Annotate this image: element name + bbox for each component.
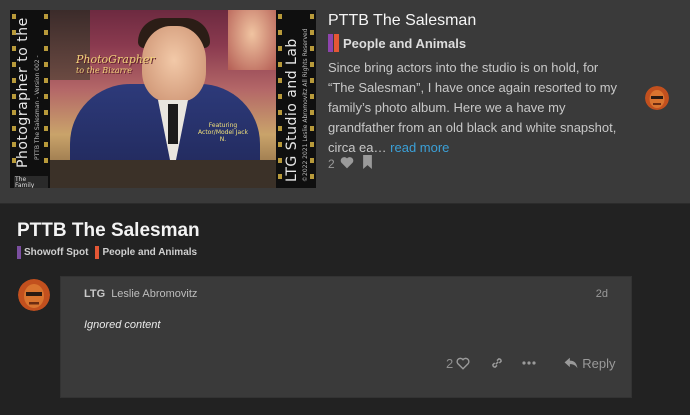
page-title: PTTB The Salesman	[17, 220, 200, 241]
post: LTG Leslie Abromovitz 2d Ignored content…	[60, 276, 632, 398]
film-strip-left: Photographer to the PTTB The Salesman - …	[10, 10, 50, 188]
post-actions: 2 Reply	[446, 354, 615, 372]
left-spine-subtitle: PTTB The Salesman - Version 002 -	[34, 55, 41, 160]
category-badge-people-and-animals[interactable]: People and Animals	[95, 246, 197, 259]
reply-button[interactable]: Reply	[564, 356, 615, 371]
post-body: Ignored content	[84, 319, 161, 331]
ellipsis-icon[interactable]	[522, 361, 536, 365]
right-spine-title: LTG Studio and Lab	[284, 38, 300, 182]
category-label: People and Animals	[343, 35, 467, 51]
featured-topic-category[interactable]: People and Animals	[328, 34, 466, 52]
category-badge-showoff-spot[interactable]: Showoff Spot	[17, 246, 88, 259]
featured-topic-meta: 2	[328, 155, 373, 172]
reply-label: Reply	[582, 355, 616, 371]
film-strip-right: LTG Studio and Lab ©2022 2021 Leslie Abr…	[276, 10, 316, 188]
featured-topic-card[interactable]: Photographer to the PTTB The Salesman - …	[0, 0, 690, 204]
topic-categories: Showoff Spot People and Animals	[17, 246, 204, 259]
bookmark-icon[interactable]	[362, 155, 373, 172]
family-album-label: The Family Album Series	[14, 176, 48, 188]
full-name[interactable]: Leslie Abromovitz	[111, 288, 197, 300]
post-author[interactable]: LTG Leslie Abromovitz	[84, 288, 197, 300]
post-author-avatar[interactable]	[18, 279, 50, 311]
featured-topic-excerpt: Since bring actors into the studio is on…	[328, 60, 618, 155]
poster-logo: PhotoGrapher to the Bizarre	[76, 53, 155, 75]
poster-image: PhotoGrapher to the Bizarre Featuring Ac…	[50, 10, 276, 188]
post-like-count[interactable]: 2	[446, 356, 453, 371]
poster-featuring-text: Featuring Actor/Model Jack N.	[198, 122, 248, 143]
post-date[interactable]: 2d	[596, 288, 608, 300]
topic-thumbnail[interactable]: Photographer to the PTTB The Salesman - …	[10, 10, 316, 188]
left-spine-title: Photographer to the	[15, 17, 31, 168]
username[interactable]: LTG	[84, 288, 105, 300]
link-icon[interactable]	[490, 356, 504, 370]
avatar[interactable]	[645, 86, 669, 110]
featured-topic-title[interactable]: PTTB The Salesman	[328, 12, 476, 30]
reply-icon	[564, 357, 578, 369]
heart-icon[interactable]	[456, 357, 470, 370]
read-more-link[interactable]: read more	[390, 140, 449, 155]
right-spine-subtitle: ©2022 2021 Leslie Abromovitz All Rights …	[302, 28, 309, 182]
heart-icon[interactable]	[340, 156, 354, 172]
like-count: 2	[328, 156, 335, 171]
